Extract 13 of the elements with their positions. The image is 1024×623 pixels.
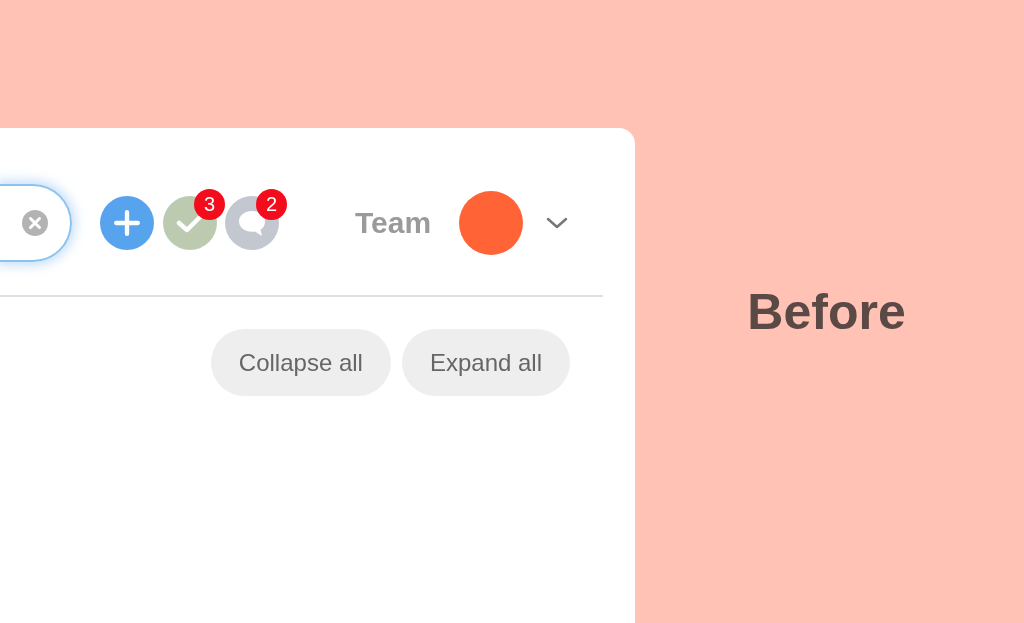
expand-all-button[interactable]: Expand all — [401, 329, 570, 396]
speech-bubble-icon — [237, 209, 267, 237]
search-field[interactable] — [0, 184, 72, 262]
check-icon — [176, 213, 204, 233]
team-link[interactable]: Team — [355, 208, 432, 238]
count-badge: 2 — [256, 189, 287, 220]
plus-icon — [114, 210, 140, 236]
collapse-all-button[interactable]: Collapse all — [210, 329, 391, 396]
clear-icon[interactable] — [22, 210, 48, 236]
add-button[interactable] — [100, 196, 154, 250]
count-badge: 3 — [194, 189, 225, 220]
chevron-down-icon[interactable] — [546, 217, 569, 229]
before-label: Before — [747, 283, 906, 342]
